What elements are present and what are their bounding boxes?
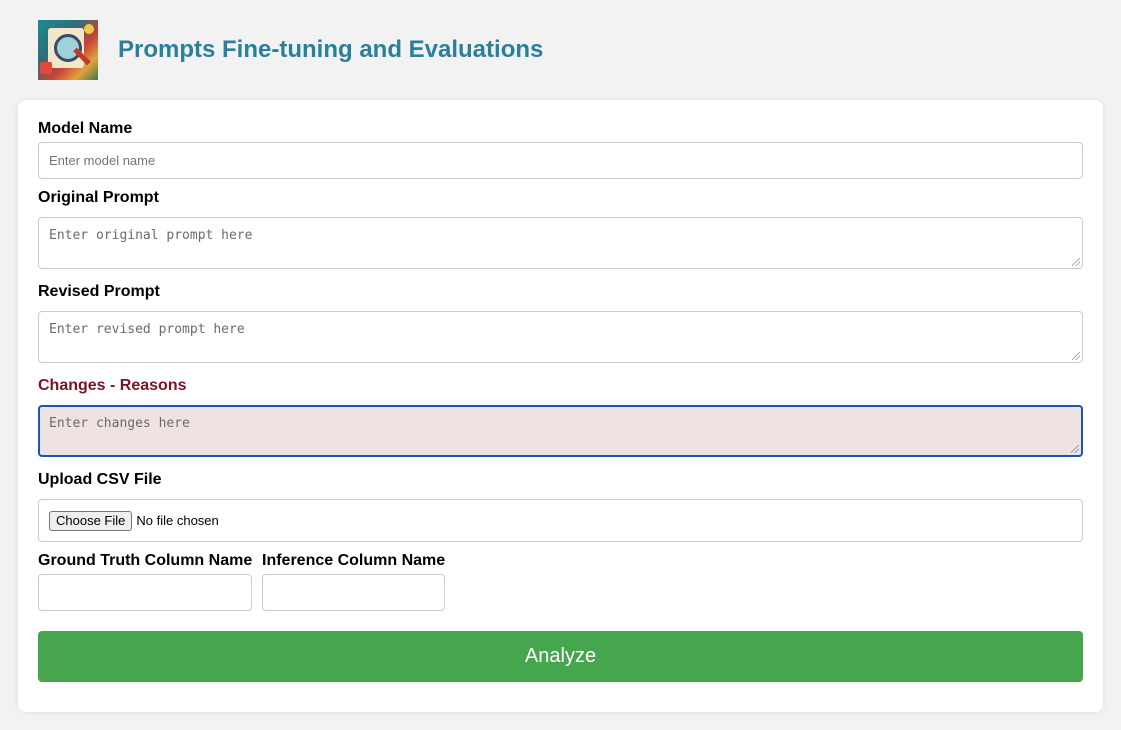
model-name-input[interactable]: Enter model name — [38, 142, 1083, 179]
original-prompt-label: Original Prompt — [38, 189, 159, 206]
prompt-evaluation-logo-icon — [38, 20, 98, 80]
revised-prompt-placeholder: Enter revised prompt here — [49, 322, 245, 337]
analyze-button[interactable]: Analyze — [38, 631, 1083, 682]
revised-prompt-textarea[interactable]: Enter revised prompt here — [38, 311, 1083, 363]
resize-handle-icon[interactable] — [1072, 352, 1080, 360]
form-card: Model Name Enter model name Original Pro… — [18, 100, 1103, 712]
upload-csv-label: Upload CSV File — [38, 471, 162, 488]
ground-truth-column-label: Ground Truth Column Name — [38, 552, 253, 569]
choose-file-button[interactable]: Choose File — [49, 510, 133, 531]
inference-column-input[interactable] — [262, 574, 445, 611]
header: Prompts Fine-tuning and Evaluations — [38, 20, 543, 80]
changes-reasons-label: Changes - Reasons — [38, 377, 187, 394]
model-name-label: Model Name — [38, 120, 133, 137]
changes-textarea[interactable]: Enter changes here — [38, 405, 1083, 457]
resize-handle-icon[interactable] — [1072, 258, 1080, 266]
original-prompt-textarea[interactable]: Enter original prompt here — [38, 217, 1083, 269]
revised-prompt-label: Revised Prompt — [38, 283, 160, 300]
ground-truth-column-input[interactable] — [38, 574, 252, 611]
file-status-text: No file chosen — [136, 513, 219, 528]
changes-placeholder: Enter changes here — [49, 416, 190, 431]
model-name-placeholder: Enter model name — [49, 153, 156, 168]
inference-column-label: Inference Column Name — [262, 552, 446, 569]
csv-file-input[interactable]: Choose File No file chosen — [38, 499, 1083, 542]
original-prompt-placeholder: Enter original prompt here — [49, 228, 253, 243]
page-title: Prompts Fine-tuning and Evaluations — [118, 36, 544, 63]
resize-handle-icon[interactable] — [1071, 445, 1079, 453]
